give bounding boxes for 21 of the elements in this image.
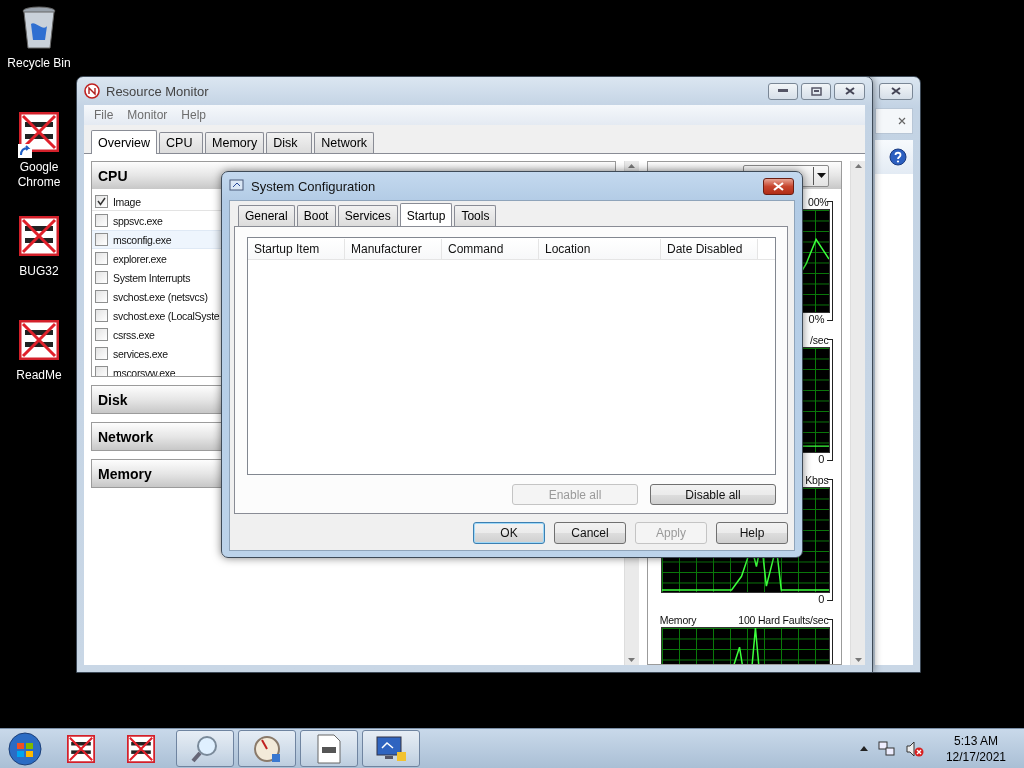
graph-title: Memory <box>659 613 697 626</box>
process-name: services.exe <box>113 347 168 360</box>
process-name: svchost.exe (netsvcs) <box>113 290 208 303</box>
clock-time: 5:13 AM <box>953 732 998 749</box>
process-name: csrss.exe <box>113 328 155 341</box>
graph-floor: 0% <box>808 313 826 327</box>
process-name: explorer.exe <box>113 252 167 265</box>
window-title: Resource Monitor <box>106 83 209 99</box>
process-name: svchost.exe (LocalSyste <box>113 309 220 322</box>
clock-date: 12/17/2021 <box>945 748 1006 765</box>
graph-scale: /sec <box>809 333 829 346</box>
process-name: sppsvc.exe <box>113 214 163 227</box>
process-name: mscorsvw.exe <box>113 366 176 376</box>
graph-floor: 0 <box>818 453 826 467</box>
process-name: msconfig.exe <box>113 233 172 246</box>
process-name: System Interrupts <box>113 271 191 284</box>
graph-scale: 100 Hard Faults/sec <box>738 613 829 626</box>
graph-scale: Kbps <box>805 473 829 486</box>
graph-scale: 00% <box>808 195 829 208</box>
graph-floor: 0 <box>818 593 826 607</box>
dialog-title: System Configuration <box>251 178 376 194</box>
